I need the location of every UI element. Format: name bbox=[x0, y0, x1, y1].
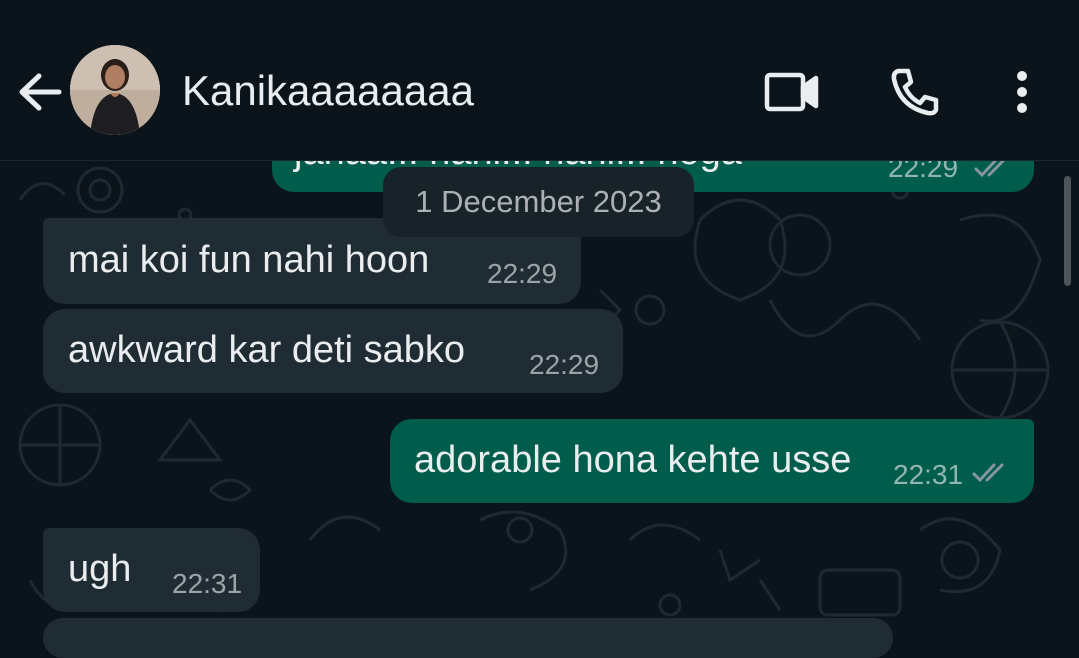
phone-icon bbox=[891, 68, 939, 116]
contact-avatar[interactable] bbox=[70, 45, 160, 135]
date-separator: 1 December 2023 bbox=[383, 167, 694, 237]
read-receipt-icon bbox=[972, 463, 1004, 483]
message-bubble-outgoing[interactable]: adorable hona kehte usse 22:31 bbox=[390, 419, 1034, 503]
video-call-button[interactable] bbox=[762, 62, 822, 122]
more-options-button[interactable] bbox=[992, 62, 1052, 122]
message-text: awkward kar deti sabko bbox=[68, 329, 466, 371]
message-bubble-incoming[interactable]: awkward kar deti sabko 22:29 bbox=[43, 309, 623, 393]
avatar-image bbox=[70, 45, 160, 135]
message-bubble-incoming-partial[interactable] bbox=[43, 618, 893, 658]
message-time: 22:31 bbox=[893, 459, 964, 490]
contact-name[interactable]: Kanikaaaaaaaa bbox=[182, 66, 474, 116]
back-button[interactable] bbox=[14, 66, 66, 118]
message-text: ugh bbox=[68, 548, 132, 590]
video-call-icon bbox=[764, 72, 819, 112]
message-text: mai koi fun nahi hoon bbox=[68, 239, 430, 281]
message-time: 22:31 bbox=[172, 568, 243, 599]
message-bubble-incoming[interactable]: ugh 22:31 bbox=[43, 528, 260, 612]
message-time: 22:29 bbox=[487, 258, 558, 289]
chat-header: Kanikaaaaaaaa bbox=[0, 0, 1079, 160]
more-options-icon bbox=[1017, 71, 1027, 113]
message-text: adorable hona kehte usse bbox=[414, 439, 852, 481]
voice-call-button[interactable] bbox=[885, 62, 945, 122]
scrollbar[interactable] bbox=[1064, 176, 1071, 286]
back-arrow-icon bbox=[19, 73, 62, 111]
message-time: 22:29 bbox=[529, 349, 600, 380]
